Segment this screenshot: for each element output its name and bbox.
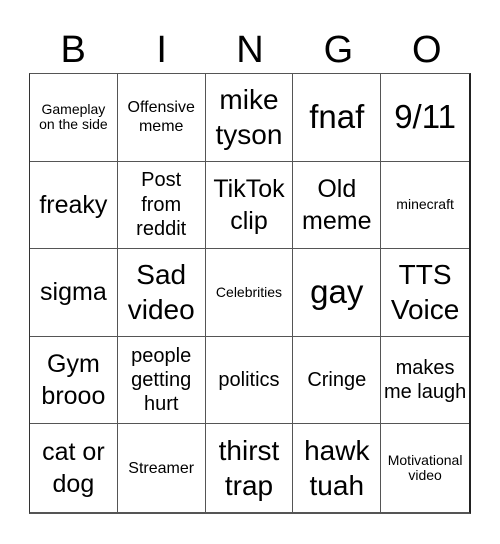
bingo-cell[interactable]: Sad video [117, 249, 206, 337]
bingo-cell[interactable]: gay [293, 249, 382, 337]
bingo-cell[interactable]: Celebrities [205, 249, 294, 337]
bingo-cell[interactable]: Old meme [293, 161, 382, 250]
bingo-cell[interactable]: Gym brooo [30, 336, 118, 425]
bingo-cell[interactable]: people getting hurt [117, 336, 206, 425]
bingo-cell[interactable]: Motivational video [381, 424, 469, 512]
bingo-cell[interactable]: sigma [30, 249, 118, 337]
bingo-cell[interactable]: mike tyson [205, 74, 294, 162]
header-letter-o: O [412, 29, 442, 71]
header-letter-b: B [60, 29, 86, 71]
header-letter-i: I [156, 29, 167, 71]
header-letter-g: G [323, 29, 354, 71]
bingo-cell[interactable]: Post from reddit [117, 161, 206, 250]
bingo-cell[interactable]: TTS Voice [381, 249, 469, 337]
bingo-header: B I N G O [29, 28, 471, 72]
bingo-cell[interactable]: TikTok clip [205, 161, 294, 250]
bingo-cell[interactable]: hawk tuah [293, 424, 382, 512]
bingo-cell[interactable]: minecraft [381, 162, 469, 250]
bingo-cell[interactable]: politics [205, 336, 294, 425]
bingo-cell[interactable]: cat or dog [30, 424, 118, 512]
bingo-cell[interactable]: Streamer [118, 424, 206, 512]
bingo-cell[interactable]: freaky [30, 161, 118, 250]
bingo-cell[interactable]: fnaf [293, 74, 382, 162]
header-letter-n: N [236, 29, 264, 71]
bingo-cell[interactable]: Offensive meme [117, 74, 206, 162]
bingo-cell[interactable]: makes me laugh [381, 337, 469, 425]
bingo-cell[interactable]: 9/11 [381, 74, 469, 162]
bingo-cell[interactable]: thirst trap [206, 424, 294, 512]
bingo-cell[interactable]: Cringe [293, 336, 382, 425]
bingo-grid: Gameplay on the side Offensive meme mike… [29, 73, 471, 514]
bingo-cell[interactable]: Gameplay on the side [30, 74, 118, 162]
